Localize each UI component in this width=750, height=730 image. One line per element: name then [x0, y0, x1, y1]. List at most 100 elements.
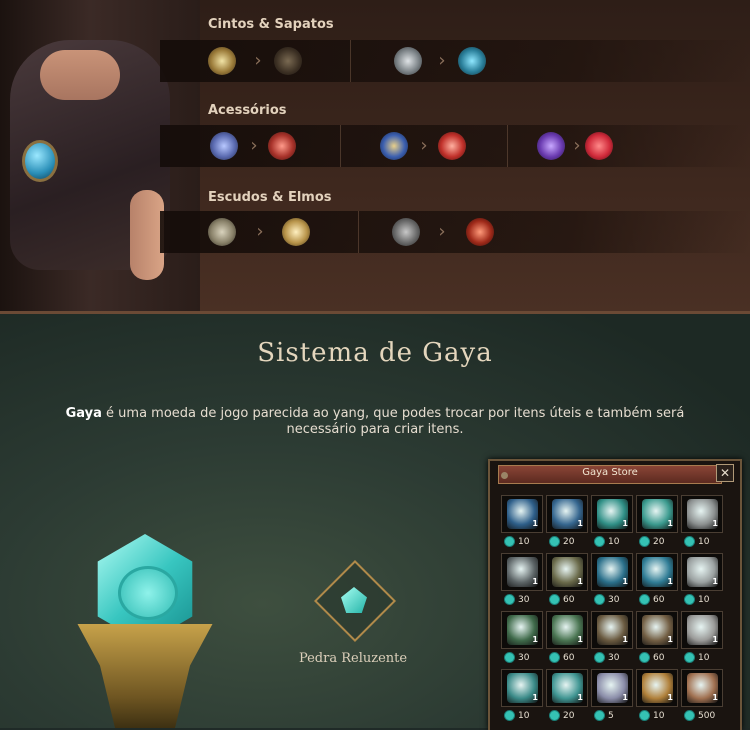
- iron-helmet-icon[interactable]: [392, 218, 420, 246]
- item-quantity: 1: [712, 693, 718, 702]
- store-slot[interactable]: 1 500: [680, 669, 724, 726]
- gaya-coin-icon: [639, 652, 650, 663]
- price-value: 20: [563, 711, 575, 721]
- store-slot[interactable]: 1 10: [635, 669, 679, 726]
- item-quantity: 1: [532, 577, 538, 586]
- close-button[interactable]: ✕: [716, 464, 734, 482]
- item-quantity: 1: [667, 577, 673, 586]
- store-slot[interactable]: 1 30: [500, 553, 544, 610]
- item-price: 10: [590, 535, 634, 549]
- price-value: 30: [608, 653, 620, 663]
- sapphire-necklace-icon[interactable]: [380, 132, 408, 160]
- upgrade-pair: ›: [160, 40, 351, 82]
- gaya-coin-icon: [594, 536, 605, 547]
- gaya-crystal-altar: [70, 534, 220, 728]
- silver-shoe-icon[interactable]: [394, 47, 422, 75]
- gold-shield-icon[interactable]: [282, 218, 310, 246]
- item-quantity: 1: [667, 519, 673, 528]
- item-quantity: 1: [577, 693, 583, 702]
- store-slot[interactable]: 1 30: [590, 611, 634, 668]
- store-titlebar[interactable]: Gaya Store: [498, 465, 722, 484]
- slot-frame: 1: [591, 611, 633, 649]
- red-helmet-icon[interactable]: [466, 218, 494, 246]
- slot-frame: 1: [546, 553, 588, 591]
- item-quantity: 1: [712, 577, 718, 586]
- store-slot[interactable]: 1 20: [635, 495, 679, 552]
- category-row-belts-shoes: › ›: [160, 40, 750, 82]
- price-value: 30: [608, 595, 620, 605]
- slot-frame: 1: [681, 611, 723, 649]
- item-price: 500: [680, 709, 724, 723]
- upgrade-pair: ›: [507, 125, 750, 167]
- item-price: 60: [635, 651, 679, 665]
- slot-frame: 1: [501, 495, 543, 533]
- purple-earring-icon[interactable]: [537, 132, 565, 160]
- item-quantity: 1: [622, 577, 628, 586]
- store-slot[interactable]: 1 10: [680, 611, 724, 668]
- store-slot[interactable]: 1 30: [500, 611, 544, 668]
- glowing-stone-label: Pedra Reluzente: [298, 651, 408, 666]
- gaya-coin-icon: [594, 652, 605, 663]
- category-row-accessories: › › ›: [160, 125, 750, 167]
- equipment-upgrade-panel: Cintos & Sapatos › › Acessórios › › › Es…: [0, 0, 750, 314]
- store-slot[interactable]: 1 10: [680, 495, 724, 552]
- price-value: 500: [698, 711, 716, 721]
- gaya-coin-icon: [639, 710, 650, 721]
- store-slot[interactable]: 1 10: [680, 553, 724, 610]
- bracelet-icon[interactable]: [210, 132, 238, 160]
- item-quantity: 1: [577, 635, 583, 644]
- slot-frame: 1: [501, 669, 543, 707]
- store-slot[interactable]: 1 20: [545, 495, 589, 552]
- price-value: 10: [653, 711, 665, 721]
- gaya-coin-icon: [684, 652, 695, 663]
- item-price: 20: [545, 535, 589, 549]
- slot-frame: 1: [546, 611, 588, 649]
- item-quantity: 1: [667, 693, 673, 702]
- store-slot[interactable]: 1 60: [635, 611, 679, 668]
- item-price: 20: [545, 709, 589, 723]
- gaya-coin-icon: [684, 594, 695, 605]
- item-price: 30: [500, 651, 544, 665]
- upgrade-arrow-icon: ›: [573, 135, 581, 156]
- category-title-accessories: Acessórios: [208, 103, 287, 118]
- store-slot[interactable]: 1 30: [590, 553, 634, 610]
- store-slot[interactable]: 1 10: [590, 495, 634, 552]
- crystal-emblem: [118, 566, 178, 620]
- ruby-necklace-icon[interactable]: [438, 132, 466, 160]
- gaya-store-window: Gaya Store ✕ 1 10 1 20 1 10 1 20 1 10 1 30 1 60 1 30 1 60…: [488, 459, 742, 730]
- price-value: 60: [653, 653, 665, 663]
- gaya-coin-icon: [504, 710, 515, 721]
- gaya-coin-icon: [684, 710, 695, 721]
- item-price: 10: [680, 535, 724, 549]
- store-slot[interactable]: 1 20: [545, 669, 589, 726]
- upgrade-arrow-icon: ›: [256, 221, 264, 242]
- round-shield-icon[interactable]: [208, 218, 236, 246]
- store-slot[interactable]: 15: [590, 669, 634, 726]
- store-slot[interactable]: 1 10: [500, 669, 544, 726]
- ring-belt-icon[interactable]: [208, 47, 236, 75]
- store-slot[interactable]: 1 60: [545, 553, 589, 610]
- gaya-coin-icon: [594, 710, 605, 721]
- slot-frame: 1: [681, 669, 723, 707]
- gaya-keyword: Gaya: [65, 406, 102, 421]
- upgrade-pair: ›: [358, 211, 558, 253]
- blue-shoe-icon[interactable]: [458, 47, 486, 75]
- store-slot[interactable]: 1 10: [500, 495, 544, 552]
- gaya-coin-icon: [504, 594, 515, 605]
- slot-frame: 1: [636, 611, 678, 649]
- item-price: 30: [500, 593, 544, 607]
- dark-belt-icon[interactable]: [274, 47, 302, 75]
- character-arm: [130, 190, 164, 280]
- red-earring-icon[interactable]: [585, 132, 613, 160]
- item-quantity: 1: [532, 519, 538, 528]
- slot-frame: 1: [681, 553, 723, 591]
- price-value: 10: [518, 537, 530, 547]
- store-slot[interactable]: 1 60: [545, 611, 589, 668]
- store-slot[interactable]: 1 60: [635, 553, 679, 610]
- ruby-bracelet-icon[interactable]: [268, 132, 296, 160]
- item-price: 10: [500, 709, 544, 723]
- item-price: 60: [635, 593, 679, 607]
- item-price: 10: [680, 593, 724, 607]
- gaya-coin-icon: [549, 594, 560, 605]
- price-value: 60: [653, 595, 665, 605]
